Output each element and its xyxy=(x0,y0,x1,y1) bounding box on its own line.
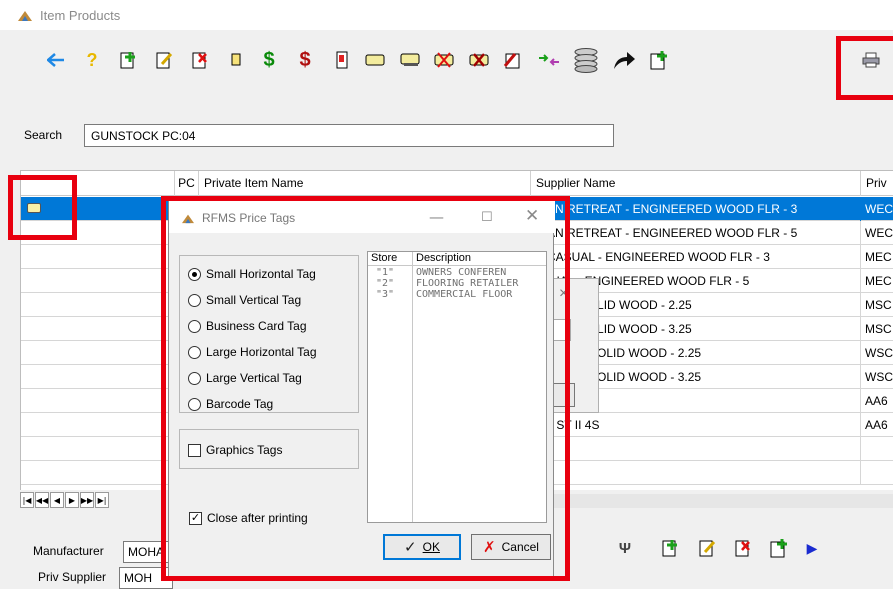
spreadsheet-icon[interactable] xyxy=(501,48,525,72)
bottom-delete-icon[interactable] xyxy=(731,536,755,560)
play-icon[interactable]: ▶ xyxy=(800,536,824,560)
window-title: Item Products xyxy=(40,8,121,23)
row-icon-cell[interactable] xyxy=(21,293,175,317)
row-icon-cell[interactable] xyxy=(21,341,175,365)
row-icon-cell[interactable] xyxy=(21,269,175,293)
search-input[interactable] xyxy=(84,124,614,147)
database-icon[interactable] xyxy=(570,48,602,73)
row-icon-cell[interactable] xyxy=(21,389,175,413)
transfer-icon[interactable] xyxy=(537,48,561,72)
price-delete-icon[interactable]: $ xyxy=(290,48,320,72)
priv-cell[interactable]: MSC xyxy=(861,317,893,341)
tag-exclude-icon[interactable] xyxy=(467,48,491,72)
last-record-button[interactable]: ▶| xyxy=(95,492,109,508)
row-icon-cell[interactable] xyxy=(21,437,175,461)
supplier-name-cell[interactable]: ICAN RETREAT - ENGINEERED WOOD FLR - 5 xyxy=(531,221,861,245)
bottom-edit-icon[interactable] xyxy=(695,536,719,560)
priv-cell[interactable]: WEC xyxy=(861,221,893,245)
row-highlight-box xyxy=(8,175,77,240)
supplier-name-cell[interactable]: ON ST II 4S xyxy=(531,413,861,437)
bottom-add-sheet-icon[interactable] xyxy=(767,536,791,560)
col-header-supplier-name[interactable]: Supplier Name xyxy=(531,171,861,196)
priv-cell[interactable]: AA6 xyxy=(861,413,893,437)
col-header-priv[interactable]: Priv xyxy=(861,171,893,196)
priv-cell[interactable]: AA6 xyxy=(861,389,893,413)
first-record-button[interactable]: |◀ xyxy=(20,492,34,508)
tools-icon[interactable]: Ψ xyxy=(613,536,637,560)
priv-cell[interactable] xyxy=(861,461,893,485)
priv-cell[interactable]: MSC xyxy=(861,293,893,317)
supplier-name-cell[interactable]: N CASUAL - ENGINEERED WOOD FLR - 3 xyxy=(531,245,861,269)
copy-icon[interactable] xyxy=(224,48,248,72)
tag-icon[interactable] xyxy=(363,48,387,72)
row-icon-cell[interactable] xyxy=(21,245,175,269)
col-header-private-item-name[interactable]: Private Item Name xyxy=(199,171,531,196)
print-highlight-box xyxy=(836,36,893,100)
priv-cell[interactable]: WSC xyxy=(861,341,893,365)
row-icon-cell[interactable] xyxy=(21,461,175,485)
delete-icon[interactable] xyxy=(188,48,212,72)
row-icon-cell[interactable] xyxy=(21,365,175,389)
priv-cell[interactable]: MEC xyxy=(861,269,893,293)
tag-delete-icon[interactable] xyxy=(432,48,456,72)
record-navigator: |◀ ◀◀ ◀ ▶ ▶▶ ▶| xyxy=(20,492,109,510)
priv-cell[interactable]: WSC xyxy=(861,365,893,389)
supplier-name-cell[interactable]: ICAN RETREAT - ENGINEERED WOOD FLR - 3 xyxy=(531,197,861,221)
price-icon[interactable]: $ xyxy=(254,48,284,72)
row-icon-cell[interactable] xyxy=(21,413,175,437)
title-bar: Item Products xyxy=(0,0,893,30)
next-page-button[interactable]: ▶▶ xyxy=(80,492,94,508)
bottom-add-icon[interactable] xyxy=(658,536,682,560)
priv-cell[interactable]: WEC xyxy=(861,197,893,221)
priv-cell[interactable]: MEC xyxy=(861,245,893,269)
help-icon[interactable]: ? xyxy=(80,48,104,72)
edit-icon[interactable] xyxy=(152,48,176,72)
supplier-name-cell[interactable] xyxy=(531,437,861,461)
col-header-pc[interactable]: PC xyxy=(175,171,199,196)
app-icon xyxy=(18,11,32,21)
next-record-button[interactable]: ▶ xyxy=(65,492,79,508)
add-sheet-icon[interactable] xyxy=(647,48,671,72)
search-label: Search xyxy=(24,128,63,142)
supplier-name-cell[interactable] xyxy=(531,461,861,485)
dialog-highlight-box xyxy=(161,196,570,581)
forward-icon[interactable] xyxy=(610,48,638,72)
add-icon[interactable] xyxy=(116,48,140,72)
toolbar: ? $ $ xyxy=(0,30,893,88)
grid-header: PC Private Item Name Supplier Name Priv xyxy=(21,171,893,196)
priv-cell[interactable] xyxy=(861,437,893,461)
tag-print-icon[interactable] xyxy=(398,48,422,72)
back-arrow-icon[interactable] xyxy=(44,48,68,72)
app-window: Item Products ? $ $ Search GUNSTOCK PC:0… xyxy=(0,0,893,589)
manufacturer-label: Manufacturer xyxy=(33,544,104,558)
prev-page-button[interactable]: ◀◀ xyxy=(35,492,49,508)
card-icon[interactable] xyxy=(330,48,354,72)
prev-record-button[interactable]: ◀ xyxy=(50,492,64,508)
priv-supplier-label: Priv Supplier xyxy=(38,570,107,584)
row-icon-cell[interactable] xyxy=(21,317,175,341)
